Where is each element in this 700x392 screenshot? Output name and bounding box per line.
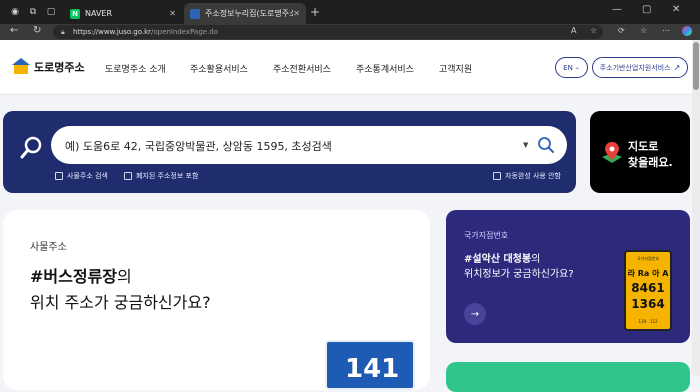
maximize-icon[interactable]: ▢ [642, 4, 651, 15]
site-logo[interactable]: 도로명주소 [12, 58, 85, 75]
read-aloud-icon[interactable]: A [571, 26, 576, 35]
url-domain: https://www.juso.go.kr [73, 28, 152, 36]
plate-number-1: 8461 [631, 281, 665, 295]
tab-title: 주소정보누리집(도로명주소 안내 [205, 9, 294, 18]
object-address-card[interactable]: 사물주소 #버스정류장의 위치 주소가 궁금하신가요? 141 [3, 210, 430, 390]
national-card-headline-line2: 위치정보가 궁금하신가요? [464, 269, 574, 280]
plate-footer: 119 · 112 [638, 319, 658, 324]
new-tab-icon[interactable]: + [310, 5, 320, 19]
scrollbar-thumb[interactable] [693, 42, 699, 90]
map-card-line2: 찾을래요. [628, 156, 673, 169]
minimize-icon[interactable]: — [612, 4, 622, 15]
naver-favicon-icon: N [70, 8, 80, 19]
language-select[interactable]: EN ⌄ [555, 57, 588, 78]
caret-down-icon[interactable]: ▼ [523, 141, 528, 149]
bus-stop-sign-image: 141 [325, 340, 415, 390]
tab-title: NAVER [85, 9, 113, 18]
autocomplete-off-checkbox[interactable]: 자동완성 사용 안함 [493, 171, 561, 181]
browser-tab-bar: ◉ ⧉ ▢ N NAVER ✕ 주소정보누리집(도로명주소 안내 ✕ + — ▢… [0, 0, 700, 24]
national-card-subtitle: 국가지점번호 [464, 231, 509, 240]
refresh-icon[interactable]: ↻ [33, 25, 41, 36]
object-card-subtitle: 사물주소 [30, 242, 67, 253]
close-tab-icon[interactable]: ✕ [293, 9, 300, 18]
nav-item-utilization[interactable]: 주소활용서비스 [190, 62, 248, 75]
site-header: 도로명주소 도로명주소 소개 주소활용서비스 주소전환서비스 주소통계서비스 고… [0, 40, 692, 95]
object-card-headline: #버스정류장의 [30, 263, 132, 287]
object-card-keyword: #버스정류장 [30, 267, 118, 286]
copilot-icon[interactable] [682, 26, 692, 36]
juso-favicon-icon [190, 8, 200, 19]
nav-item-conversion[interactable]: 주소전환서비스 [273, 62, 331, 75]
search-placeholder: 예) 도움6로 42, 국립중앙박물관, 상암동 1595, 초성검색 [65, 140, 332, 153]
logo-text: 도로명주소 [34, 60, 85, 74]
checkbox-label: 폐지된 주소정보 포함 [136, 172, 199, 180]
nav-item-statistics[interactable]: 주소통계서비스 [356, 62, 414, 75]
national-point-plate-image: 국가지점번호 라 Ra 아 A 8461 1364 119 · 112 [624, 250, 672, 331]
object-address-checkbox[interactable]: 사물주소 검색 [55, 171, 108, 181]
national-card-keyword: #설악산 대청봉 [464, 254, 532, 265]
url-field[interactable]: 🔒︎ https://www.juso.go.kr/openIndexPage.… [53, 25, 603, 39]
back-icon[interactable]: ← [10, 25, 18, 36]
search-input[interactable]: 예) 도움6로 42, 국립중앙박물관, 상암동 1595, 초성검색 ▼ [51, 126, 567, 164]
close-window-icon[interactable]: ✕ [672, 4, 680, 15]
checkbox-box[interactable] [493, 172, 501, 180]
tab-juso[interactable]: 주소정보누리집(도로명주소 안내 ✕ [184, 3, 306, 24]
arrow-right-icon[interactable]: → [464, 303, 486, 325]
nav-item-support[interactable]: 고객지원 [439, 62, 472, 75]
biz-support-label: 주소기반산업지원서비스 [599, 63, 671, 72]
checkbox-box[interactable] [124, 172, 132, 180]
search-button-icon[interactable] [537, 136, 555, 154]
bus-stop-sign-number: 141 [345, 354, 400, 384]
favorite-star-icon[interactable]: ☆ [590, 26, 597, 35]
more-menu-icon[interactable]: ⋯ [662, 26, 670, 35]
address-bar-row: ← ↻ 🔒︎ https://www.juso.go.kr/openIndexP… [0, 24, 700, 40]
national-card-particle: 의 [531, 254, 541, 265]
plate-code: 라 Ra 아 A [627, 269, 669, 278]
map-card-line1: 지도로 [628, 140, 659, 153]
green-promo-card[interactable] [446, 362, 690, 392]
abolished-address-checkbox[interactable]: 폐지된 주소정보 포함 [124, 171, 198, 181]
url-path: /openIndexPage.do [151, 28, 219, 36]
lock-icon: 🔒︎ [61, 28, 65, 36]
profile-icon[interactable]: ◉ [8, 5, 22, 19]
nav-item-intro[interactable]: 도로명주소 소개 [105, 62, 166, 75]
favorites-icon[interactable]: ☆ [640, 26, 647, 35]
language-label: EN [563, 63, 573, 72]
search-magnifier-icon [20, 136, 42, 159]
page-scrollbar[interactable] [692, 40, 700, 376]
plate-number-2: 1364 [631, 297, 665, 311]
tab-naver[interactable]: N NAVER ✕ [64, 3, 182, 24]
close-tab-icon[interactable]: ✕ [169, 9, 176, 18]
checkbox-label: 자동완성 사용 안함 [505, 172, 561, 180]
external-link-icon: ↗ [673, 63, 681, 72]
extensions-icon[interactable]: ⟳ [618, 26, 625, 35]
checkbox-label: 사물주소 검색 [67, 172, 108, 180]
tab-actions-icon[interactable]: ▢ [44, 5, 58, 19]
object-card-particle: 의 [117, 267, 132, 286]
chevron-down-icon: ⌄ [574, 64, 580, 71]
logo-house-icon [12, 58, 30, 75]
national-card-headline: #설악산 대청봉의 [464, 250, 540, 265]
workspaces-icon[interactable]: ⧉ [26, 5, 40, 19]
plate-title: 국가지점번호 [636, 256, 660, 261]
national-point-number-card[interactable]: 국가지점번호 #설악산 대청봉의 위치정보가 궁금하신가요? → 국가지점번호 … [446, 210, 690, 343]
find-by-map-card[interactable]: 지도로 찾을래요. [590, 111, 690, 193]
map-pin-icon [602, 142, 622, 163]
biz-support-button[interactable]: 주소기반산업지원서비스 ↗ [592, 57, 688, 78]
object-card-headline-line2: 위치 주소가 궁금하신가요? [30, 293, 211, 312]
checkbox-box[interactable] [55, 172, 63, 180]
